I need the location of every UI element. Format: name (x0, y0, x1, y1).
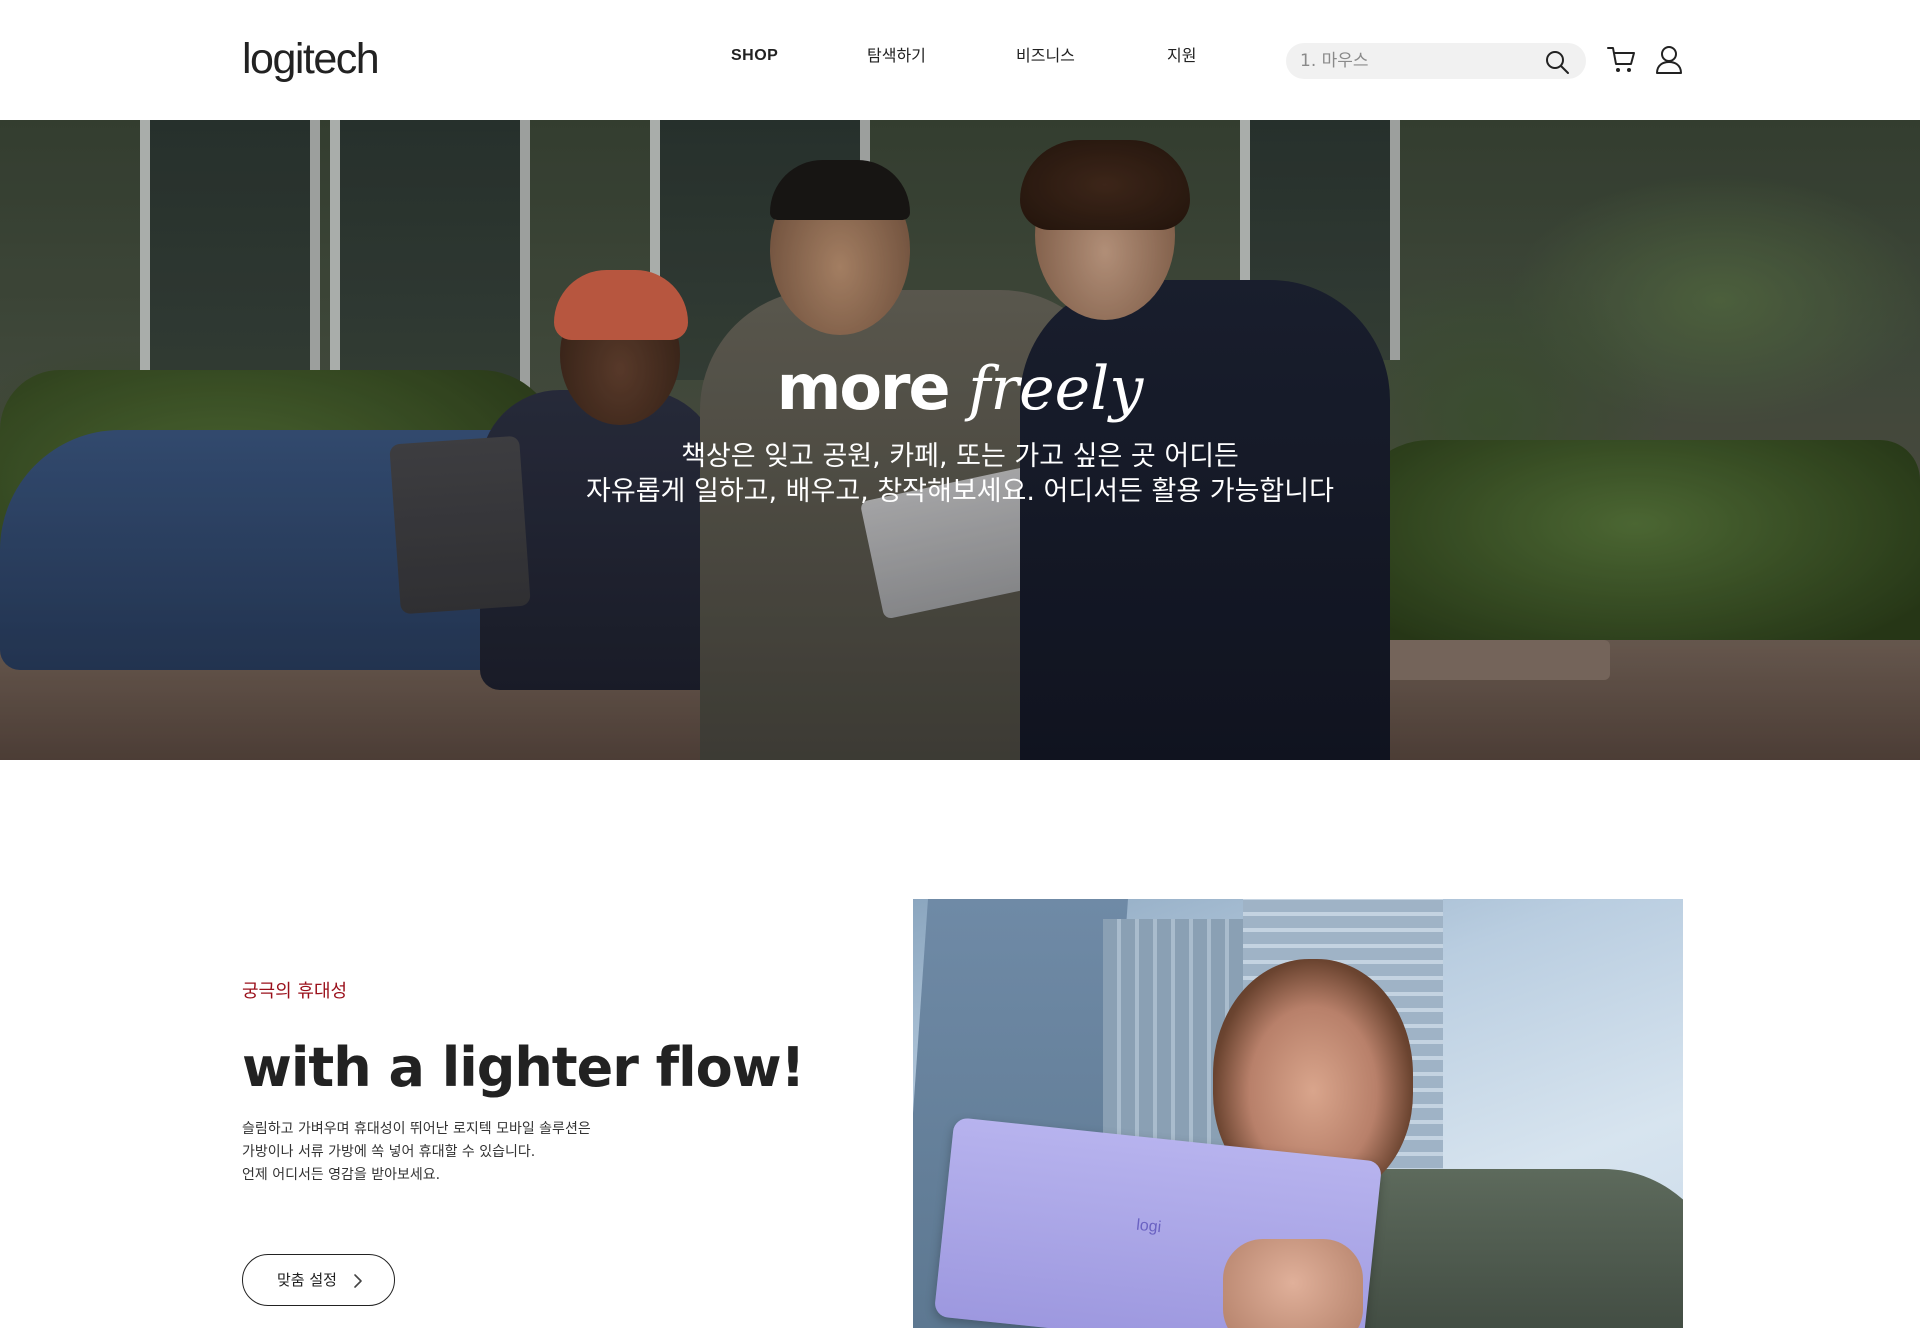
customize-button-label: 맞춤 설정 (277, 1271, 337, 1289)
nav-shop[interactable]: SHOP (731, 46, 778, 66)
site-header: logitech SHOP 탐색하기 비즈니스 지원 (0, 0, 1920, 120)
hero-title-bold: more (776, 351, 951, 424)
hero-banner: more freely 책상은 잊고 공원, 카페, 또는 가고 싶은 곳 어디… (0, 120, 1920, 760)
cart-icon[interactable] (1606, 44, 1636, 74)
feature-image: logi (913, 899, 1683, 1328)
nav-explore[interactable]: 탐색하기 (867, 46, 926, 66)
chevron-right-icon (354, 1274, 362, 1288)
hero-subtitle-line2: 자유롭게 일하고, 배우고, 창작해보세요. 어디서든 활용 가능합니다 (586, 476, 1334, 507)
logitech-logo[interactable]: logitech (242, 34, 380, 84)
search-input[interactable] (1300, 43, 1540, 79)
feature-description-line2: 가방이나 서류 가방에 쏙 넣어 휴대할 수 있습니다. (242, 1144, 536, 1160)
feature-person-hand (1223, 1239, 1363, 1328)
nav-business[interactable]: 비즈니스 (1016, 46, 1075, 66)
feature-description-line1: 슬림하고 가벼우며 휴대성이 뛰어난 로지텍 모바일 솔루션은 (242, 1121, 591, 1137)
feature-eyebrow: 궁극의 휴대성 (242, 981, 348, 1002)
hero-title: more freely (0, 348, 1920, 429)
feature-title: with a lighter flow! (242, 1036, 805, 1099)
search-bar (1286, 43, 1586, 79)
feature-description-line3: 언제 어디서든 영감을 받아보세요. (242, 1167, 441, 1183)
hero-subtitle-line1: 책상은 잊고 공원, 카페, 또는 가고 싶은 곳 어디든 (681, 441, 1239, 472)
nav-support[interactable]: 지원 (1167, 46, 1196, 66)
account-icon[interactable] (1654, 44, 1684, 74)
logi-logo: logi (1135, 1216, 1162, 1237)
customize-button[interactable]: 맞춤 설정 (242, 1254, 395, 1306)
hero-title-script: freely (968, 354, 1144, 424)
search-icon[interactable] (1544, 49, 1570, 75)
